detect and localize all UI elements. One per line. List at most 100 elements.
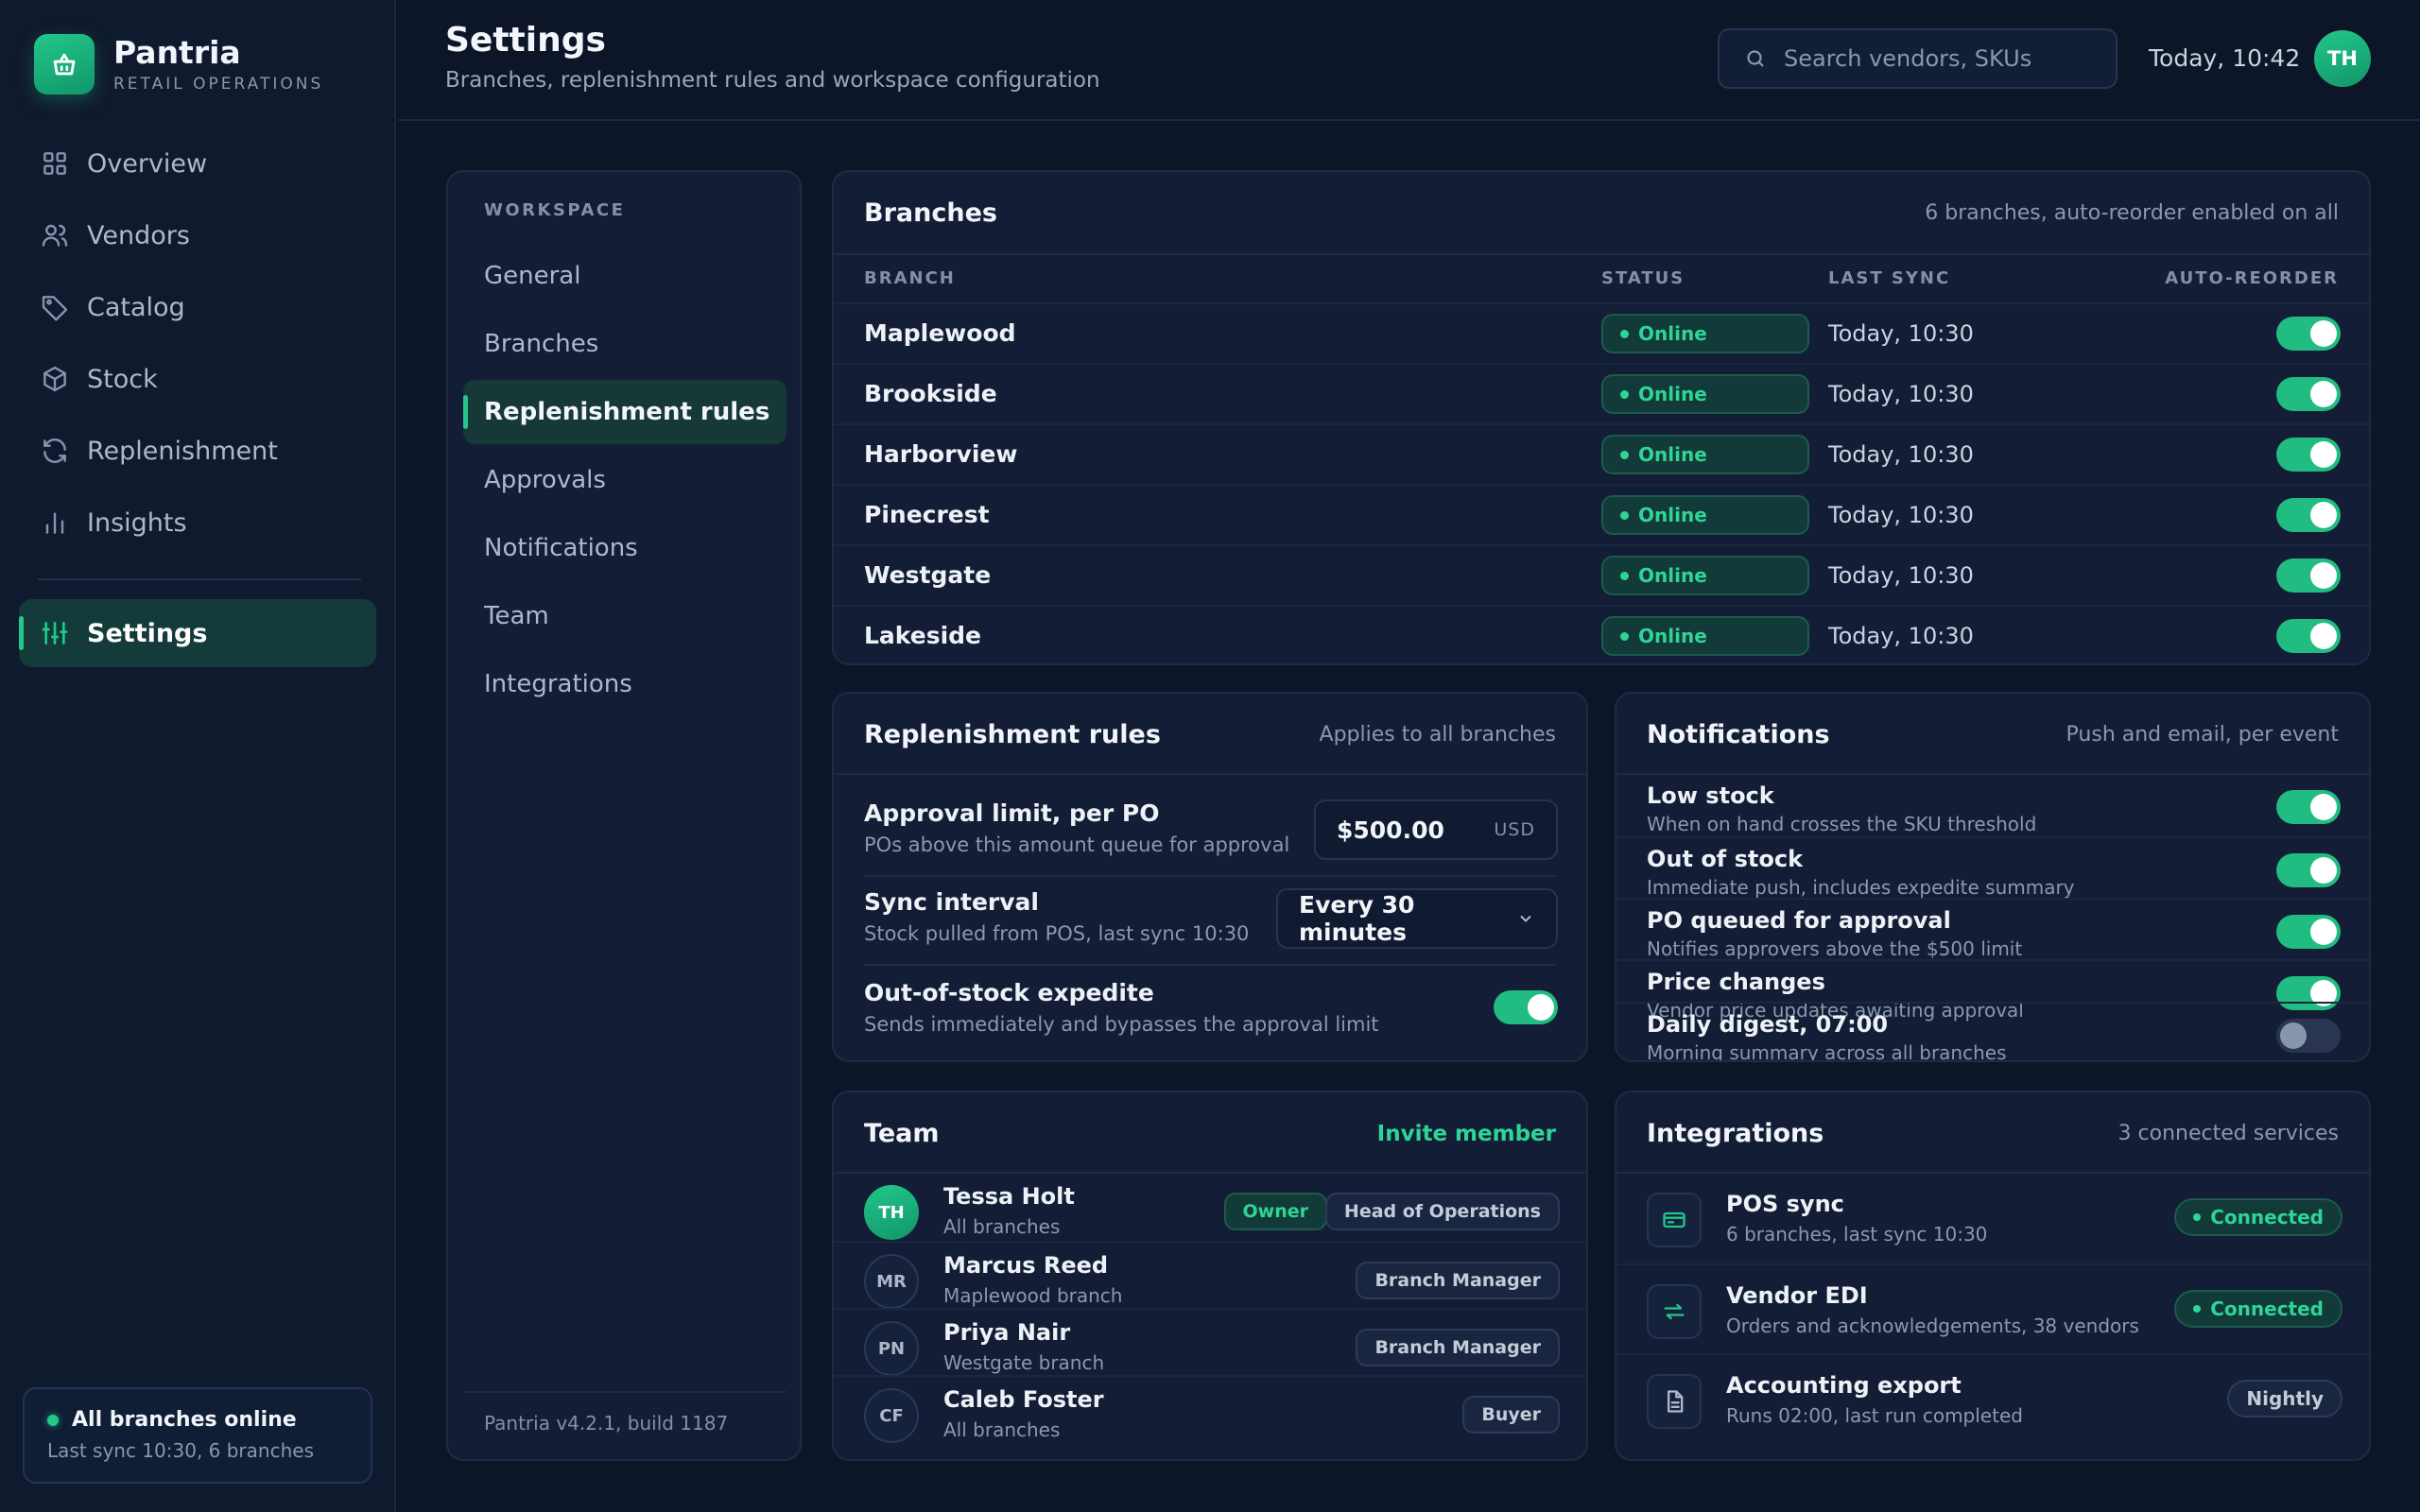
subnav-item-replenishment-rules[interactable]: Replenishment rules bbox=[463, 380, 786, 444]
sync-status-title: All branches online bbox=[72, 1408, 297, 1432]
branch-row: Brookside Online Today, 10:30 bbox=[834, 363, 2369, 423]
notification-label: PO queued for approval bbox=[1647, 907, 1951, 934]
team-member-row[interactable]: PN Priya Nair Westgate branch Branch Man… bbox=[834, 1308, 1586, 1376]
nav-item-replenishment[interactable]: Replenishment bbox=[19, 418, 376, 484]
subnav-item-team[interactable]: Team bbox=[463, 584, 786, 648]
notification-desc: Morning summary across all branches bbox=[1647, 1041, 2007, 1062]
sync-status-detail: Last sync 10:30, 6 branches bbox=[47, 1439, 314, 1462]
subnav-item-branches[interactable]: Branches bbox=[463, 312, 786, 376]
expedite-label: Out-of-stock expedite bbox=[864, 979, 1154, 1006]
basket-logo-icon bbox=[34, 34, 95, 94]
branches-meta: 6 branches, auto-reorder enabled on all bbox=[1925, 201, 2339, 225]
approval-limit-field[interactable]: $500.00 USD bbox=[1314, 799, 1558, 860]
avatar: PN bbox=[864, 1321, 919, 1376]
sync-interval-select[interactable]: Every 30 minutes bbox=[1276, 888, 1558, 949]
search-input[interactable] bbox=[1784, 45, 2096, 72]
settings-subnav: WORKSPACE General Branches Replenishment… bbox=[446, 170, 802, 1461]
user-avatar[interactable]: TH bbox=[2314, 30, 2371, 87]
search-box[interactable] bbox=[1718, 28, 2118, 89]
notification-label: Low stock bbox=[1647, 782, 1774, 809]
notification-row: Low stock When on hand crosses the SKU t… bbox=[1616, 775, 2369, 836]
nav-item-vendors[interactable]: Vendors bbox=[19, 202, 376, 268]
column-header-last-sync: LAST SYNC bbox=[1828, 268, 1951, 288]
brand[interactable]: Pantria RETAIL OPERATIONS bbox=[34, 34, 323, 94]
replenishment-rules-card: Replenishment rules Applies to all branc… bbox=[832, 692, 1588, 1062]
team-member-row[interactable]: TH Tessa Holt All branches Owner Head of… bbox=[834, 1174, 1586, 1241]
status-label: Online bbox=[1638, 504, 1707, 526]
integration-row[interactable]: Vendor EDI Orders and acknowledgements, … bbox=[1616, 1263, 2369, 1353]
sliders-icon bbox=[42, 622, 68, 644]
nav-item-settings[interactable]: Settings bbox=[19, 599, 376, 667]
integration-name: POS sync bbox=[1726, 1191, 1844, 1217]
grid-icon bbox=[43, 152, 66, 175]
integrations-card: Integrations 3 connected services POS sy… bbox=[1615, 1091, 2371, 1461]
nav-item-stock[interactable]: Stock bbox=[19, 346, 376, 412]
last-sync: Today, 10:30 bbox=[1828, 381, 1974, 407]
branch-name: Brookside bbox=[864, 380, 997, 407]
integration-desc: Orders and acknowledgements, 38 vendors bbox=[1726, 1314, 2139, 1337]
rules-title: Replenishment rules bbox=[864, 720, 1161, 749]
sync-interval-label: Sync interval bbox=[864, 888, 1039, 916]
notification-toggle[interactable] bbox=[2276, 853, 2341, 887]
version-label: Pantria v4.2.1, build 1187 bbox=[463, 1391, 786, 1459]
status-label: Online bbox=[1638, 383, 1707, 405]
notification-desc: Notifies approvers above the $500 limit bbox=[1647, 937, 2023, 960]
approval-limit-value: $500.00 bbox=[1337, 816, 1444, 844]
member-name: Tessa Holt bbox=[943, 1183, 1075, 1210]
role-badge: Branch Manager bbox=[1356, 1329, 1560, 1366]
team-member-row[interactable]: CF Caleb Foster All branches Buyer bbox=[834, 1375, 1586, 1443]
schedule-badge: Nightly bbox=[2227, 1380, 2342, 1418]
status-badge: Online bbox=[1601, 314, 1809, 353]
auto-reorder-toggle[interactable] bbox=[2276, 377, 2341, 411]
notification-toggle[interactable] bbox=[2276, 915, 2341, 949]
refresh-icon bbox=[43, 438, 66, 463]
nav-item-insights[interactable]: Insights bbox=[19, 490, 376, 556]
auto-reorder-toggle[interactable] bbox=[2276, 438, 2341, 472]
expedite-toggle[interactable] bbox=[1494, 990, 1558, 1024]
integrations-title: Integrations bbox=[1647, 1119, 1824, 1148]
nav-item-overview[interactable]: Overview bbox=[19, 130, 376, 197]
branch-row: Harborview Online Today, 10:30 bbox=[834, 423, 2369, 484]
status-label: Online bbox=[1638, 564, 1707, 587]
notification-label: Out of stock bbox=[1647, 846, 1804, 872]
row-divider bbox=[864, 875, 1556, 877]
status-label: Connected bbox=[2210, 1297, 2324, 1320]
nav-item-label: Insights bbox=[87, 507, 187, 538]
status-badge: Connected bbox=[2174, 1290, 2342, 1328]
status-badge: Online bbox=[1601, 435, 1809, 474]
team-member-row[interactable]: MR Marcus Reed Maplewood branch Branch M… bbox=[834, 1241, 1586, 1309]
subnav-item-notifications[interactable]: Notifications bbox=[463, 516, 786, 580]
subnav-item-general[interactable]: General bbox=[463, 244, 786, 308]
notification-toggle[interactable] bbox=[2276, 1019, 2341, 1053]
subnav-item-integrations[interactable]: Integrations bbox=[463, 652, 786, 716]
status-badge: Online bbox=[1601, 556, 1809, 595]
invite-member-button[interactable]: Invite member bbox=[1377, 1122, 1556, 1146]
last-sync: Today, 10:30 bbox=[1828, 502, 1974, 528]
avatar: TH bbox=[864, 1185, 919, 1240]
tag-icon bbox=[42, 296, 68, 321]
role-badge: Head of Operations bbox=[1324, 1193, 1560, 1230]
users-icon bbox=[42, 224, 68, 247]
notification-toggle[interactable] bbox=[2276, 790, 2341, 824]
notification-label: Price changes bbox=[1647, 969, 1825, 995]
branch-row: Westgate Online Today, 10:30 bbox=[834, 544, 2369, 605]
online-dot-icon bbox=[47, 1414, 59, 1426]
last-sync: Today, 10:30 bbox=[1828, 562, 1974, 589]
status-label: Online bbox=[1638, 322, 1707, 345]
branches-title: Branches bbox=[864, 198, 997, 228]
last-sync: Today, 10:30 bbox=[1828, 320, 1974, 347]
auto-reorder-toggle[interactable] bbox=[2276, 317, 2341, 351]
app-subtitle: RETAIL OPERATIONS bbox=[113, 75, 324, 94]
auto-reorder-toggle[interactable] bbox=[2276, 498, 2341, 532]
integration-row[interactable]: POS sync 6 branches, last sync 10:30 Con… bbox=[1616, 1174, 2369, 1263]
nav-item-label: Replenishment bbox=[87, 436, 278, 466]
nav-item-catalog[interactable]: Catalog bbox=[19, 274, 376, 340]
integration-name: Vendor EDI bbox=[1726, 1282, 1868, 1309]
auto-reorder-toggle[interactable] bbox=[2276, 558, 2341, 593]
subnav-item-approvals[interactable]: Approvals bbox=[463, 448, 786, 512]
search-icon bbox=[1747, 50, 1764, 67]
chevron-down-icon bbox=[1520, 915, 1531, 922]
integration-row[interactable]: Accounting export Runs 02:00, last run c… bbox=[1616, 1353, 2369, 1443]
expedite-desc: Sends immediately and bypasses the appro… bbox=[864, 1013, 1379, 1036]
auto-reorder-toggle[interactable] bbox=[2276, 619, 2341, 653]
